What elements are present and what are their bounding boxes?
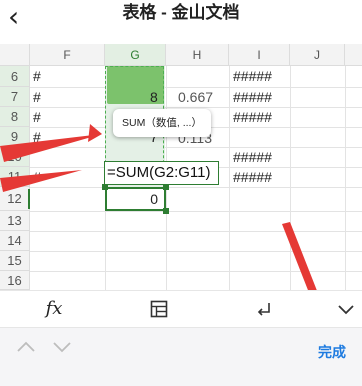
arrow-left-1 xyxy=(0,134,102,162)
enter-icon[interactable] xyxy=(244,291,284,327)
arrow-left-2 xyxy=(0,170,82,192)
arrow-head-1 xyxy=(88,124,102,142)
editor-toolbar: fx xyxy=(0,290,362,328)
done-button[interactable]: 完成 xyxy=(318,342,346,362)
keyboard-accessory-bar: 完成 xyxy=(0,328,362,386)
next-arrow-icon[interactable] xyxy=(50,336,74,360)
fx-icon[interactable]: fx xyxy=(34,291,74,327)
table-icon[interactable] xyxy=(139,291,179,327)
previous-arrow-icon[interactable] xyxy=(14,336,38,360)
chevron-down-icon[interactable] xyxy=(326,291,362,327)
